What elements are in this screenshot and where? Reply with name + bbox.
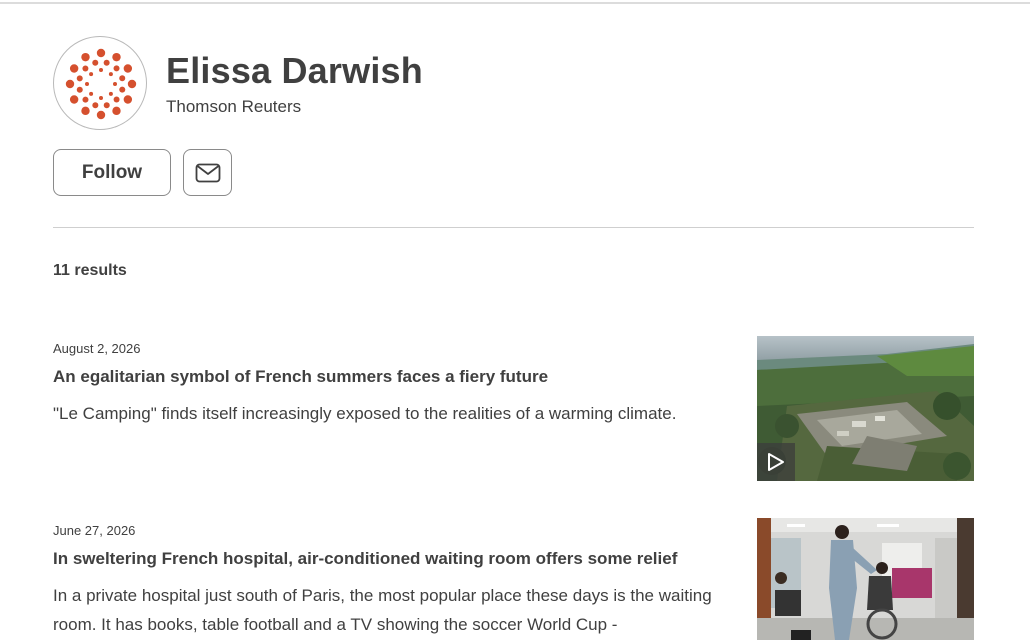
logo-dot bbox=[69, 95, 79, 104]
logo-dot bbox=[123, 64, 133, 73]
logo-dot bbox=[92, 59, 99, 66]
logo-dot bbox=[65, 79, 75, 89]
top-border bbox=[0, 2, 1030, 4]
video-play-button[interactable] bbox=[757, 443, 795, 481]
logo-dot bbox=[113, 65, 120, 72]
logo-dot bbox=[96, 48, 106, 58]
section-divider bbox=[53, 227, 974, 228]
logo-dot bbox=[108, 72, 113, 77]
logo-dot bbox=[89, 91, 94, 96]
logo-dot bbox=[81, 106, 90, 116]
logo-dot bbox=[99, 96, 103, 100]
author-organization: Thomson Reuters bbox=[166, 97, 302, 116]
logo-dot bbox=[82, 65, 89, 72]
story-thumbnail[interactable] bbox=[757, 336, 974, 481]
results-count: 11 results bbox=[53, 262, 127, 279]
logo-dot bbox=[82, 96, 89, 103]
story-thumbnail[interactable] bbox=[757, 518, 974, 640]
envelope-icon bbox=[195, 163, 220, 182]
avatar bbox=[53, 36, 147, 130]
story-date: August 2, 2026 bbox=[53, 341, 141, 356]
play-icon bbox=[768, 453, 784, 471]
logo-dot bbox=[96, 110, 106, 120]
logo-dot bbox=[103, 102, 110, 109]
follow-button[interactable]: Follow bbox=[53, 149, 171, 196]
logo-dot bbox=[113, 96, 120, 103]
logo-dot bbox=[119, 86, 126, 93]
story-title-link[interactable]: An egalitarian symbol of French summers … bbox=[53, 367, 733, 387]
logo-dot bbox=[113, 82, 117, 86]
story-title-link[interactable]: In sweltering French hospital, air-condi… bbox=[53, 549, 733, 569]
logo-dot bbox=[76, 86, 83, 93]
author-name: Elissa Darwish bbox=[166, 50, 423, 91]
story-description: In a private hospital just south of Pari… bbox=[53, 586, 712, 634]
logo-dot bbox=[108, 91, 113, 96]
logo-dot bbox=[103, 59, 110, 66]
logo-dot bbox=[69, 64, 79, 73]
story-description: "Le Camping" finds itself increasingly e… bbox=[53, 404, 677, 423]
hospital-waiting-room-photo bbox=[757, 518, 974, 640]
logo-dot bbox=[112, 52, 121, 62]
logo-dot bbox=[123, 95, 133, 104]
logo-dot bbox=[89, 72, 94, 77]
reuters-logo-icon bbox=[65, 48, 137, 120]
logo-dot bbox=[99, 68, 103, 72]
story-date: June 27, 2026 bbox=[53, 523, 136, 538]
logo-dot bbox=[119, 75, 126, 82]
logo-dot bbox=[127, 79, 137, 89]
logo-dot bbox=[85, 82, 89, 86]
logo-dot bbox=[81, 52, 90, 62]
email-button[interactable] bbox=[183, 149, 232, 196]
author-header: Elissa Darwish Thomson Reuters bbox=[53, 36, 974, 136]
logo-dot bbox=[92, 102, 99, 109]
logo-dot bbox=[112, 106, 121, 116]
logo-dot bbox=[76, 75, 83, 82]
